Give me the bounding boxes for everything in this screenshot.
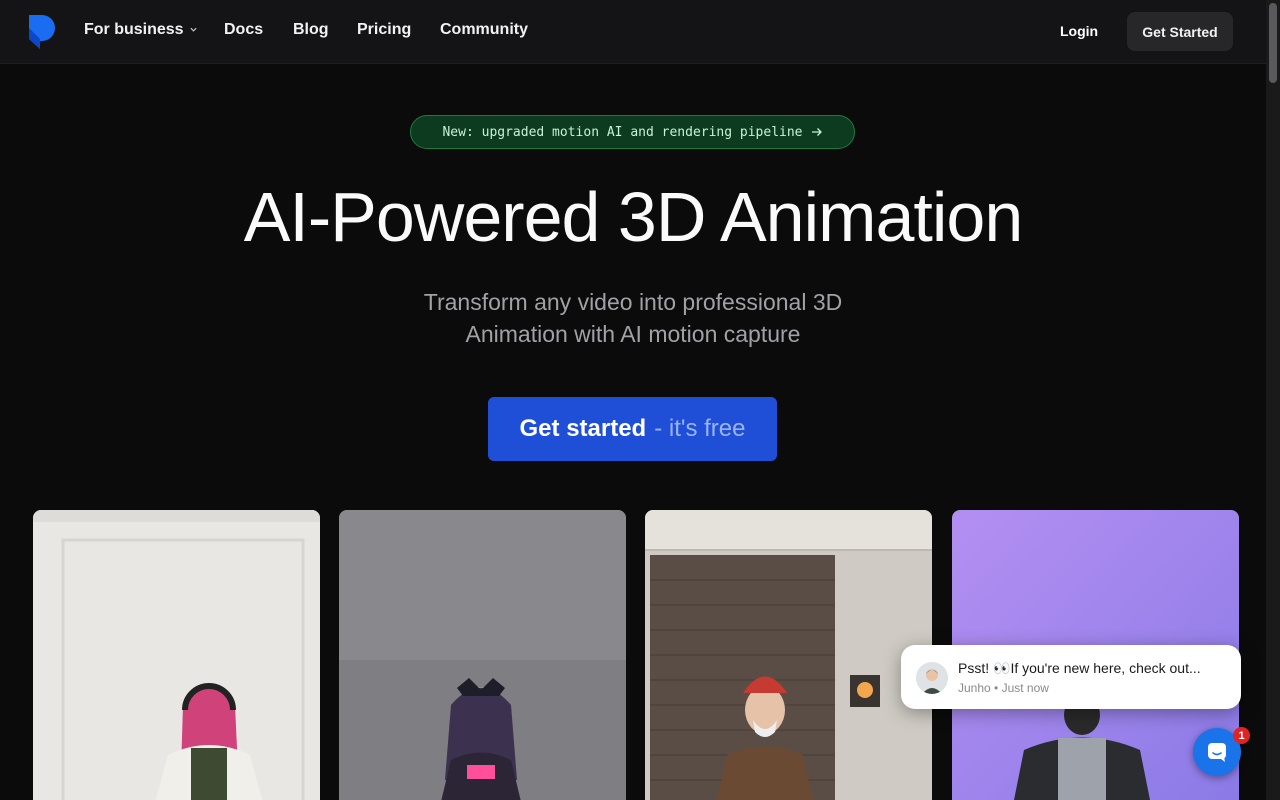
- demo-video-thumbnail: [33, 510, 320, 800]
- demo-video-card-1[interactable]: [33, 510, 320, 800]
- announcement-text: New: upgraded motion AI and rendering pi…: [442, 124, 803, 140]
- hero-title: AI-Powered 3D Animation: [243, 178, 1024, 256]
- avatar: [916, 662, 948, 694]
- brand-logo-icon[interactable]: [29, 15, 55, 49]
- cta-free-label: - it's free: [654, 415, 746, 442]
- top-nav: For business Docs Blog Pricing Community…: [0, 0, 1266, 64]
- demo-video-card-2[interactable]: [339, 510, 626, 800]
- demo-video-card-3[interactable]: [645, 510, 932, 800]
- nav-for-business-label: For business: [84, 21, 184, 38]
- unread-count-badge: 1: [1233, 727, 1250, 744]
- demo-video-thumbnail: [645, 510, 932, 800]
- cta-main-label: Get started: [519, 415, 647, 442]
- login-link[interactable]: Login: [1060, 23, 1098, 39]
- page-scrollbar[interactable]: [1266, 0, 1280, 800]
- nav-blog[interactable]: Blog: [293, 21, 329, 39]
- chat-author-meta: Junho • Just now: [958, 681, 1049, 695]
- scrollbar-thumb[interactable]: [1269, 3, 1277, 83]
- nav-pricing[interactable]: Pricing: [357, 21, 411, 39]
- get-started-free-button[interactable]: Get started - it's free: [488, 397, 777, 461]
- announcement-pill[interactable]: New: upgraded motion AI and rendering pi…: [410, 115, 855, 149]
- nav-for-business[interactable]: For business: [84, 21, 198, 39]
- chat-preview-popup[interactable]: Psst! 👀If you're new here, check out... …: [901, 645, 1241, 709]
- nav-community[interactable]: Community: [440, 21, 528, 39]
- nav-docs[interactable]: Docs: [224, 21, 263, 39]
- arrow-right-icon: [811, 128, 822, 136]
- chevron-down-icon: [189, 27, 197, 33]
- get-started-nav-button[interactable]: Get Started: [1127, 12, 1233, 51]
- demo-video-thumbnail: [339, 510, 626, 800]
- chat-bubble-icon: [1208, 743, 1226, 762]
- hero-subtitle: Transform any video into professional 3D…: [423, 289, 843, 347]
- chat-message-text: Psst! 👀If you're new here, check out...: [958, 660, 1201, 676]
